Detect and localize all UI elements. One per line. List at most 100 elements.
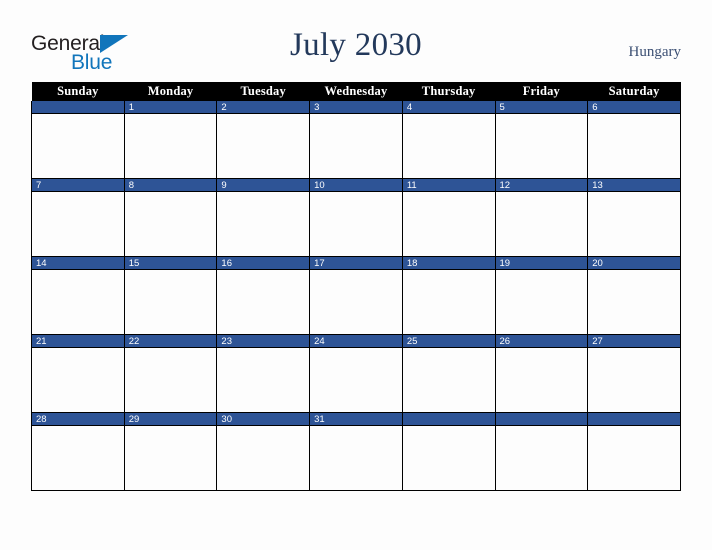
calendar-day-content[interactable] xyxy=(125,114,217,176)
calendar-day-cell[interactable]: 14 xyxy=(31,256,125,335)
calendar-day-content[interactable] xyxy=(125,270,217,332)
weekday-header-monday: Monday xyxy=(124,82,217,101)
calendar-day-cell[interactable]: 27 xyxy=(587,334,681,413)
calendar-day-cell[interactable]: 8 xyxy=(123,178,218,257)
calendar-day-number xyxy=(32,101,124,114)
calendar-day-number: 15 xyxy=(124,257,217,270)
calendar-day-cell[interactable]: 3 xyxy=(309,101,403,179)
calendar-day-cell[interactable]: 24 xyxy=(309,334,403,413)
calendar-day-cell[interactable] xyxy=(494,412,589,491)
calendar-day-content[interactable] xyxy=(403,192,495,254)
calendar-day-number: 9 xyxy=(217,179,310,192)
calendar-day-content[interactable] xyxy=(310,426,402,488)
calendar-day-number: 14 xyxy=(32,257,124,270)
calendar-day-number xyxy=(495,413,588,426)
calendar-day-content[interactable] xyxy=(403,270,495,332)
calendar-day-cell[interactable]: 22 xyxy=(123,334,218,413)
calendar-day-content[interactable] xyxy=(217,192,309,254)
calendar-day-cell[interactable]: 16 xyxy=(216,256,311,335)
calendar-day-cell[interactable] xyxy=(401,412,496,491)
calendar-day-cell[interactable]: 9 xyxy=(216,178,311,257)
calendar-day-content[interactable] xyxy=(310,114,402,176)
calendar-day-content[interactable] xyxy=(403,426,495,488)
calendar-day-number: 13 xyxy=(588,179,680,192)
calendar-day-cell[interactable]: 7 xyxy=(31,178,125,257)
calendar-day-content[interactable] xyxy=(310,192,402,254)
calendar-day-content[interactable] xyxy=(32,114,124,176)
calendar-day-number: 29 xyxy=(124,413,217,426)
calendar-day-cell[interactable]: 21 xyxy=(31,334,125,413)
calendar-day-content[interactable] xyxy=(588,270,680,332)
calendar-day-content[interactable] xyxy=(125,348,217,410)
calendar-day-number: 26 xyxy=(495,335,588,348)
calendar-body: 1 2 3 4 5 6 7 8 9 10 11 12 13 14 15 16 17 18 19 20 21 22 23 24 2… xyxy=(31,101,681,491)
calendar-day-content[interactable] xyxy=(310,348,402,410)
weekday-header-tuesday: Tuesday xyxy=(216,82,310,101)
calendar-header-row: Sunday Monday Tuesday Wednesday Thursday… xyxy=(31,82,681,101)
calendar-day-content[interactable] xyxy=(32,270,124,332)
calendar-day-number: 12 xyxy=(495,179,588,192)
calendar-day-cell[interactable]: 10 xyxy=(309,178,403,257)
calendar-day-cell[interactable]: 2 xyxy=(216,101,311,179)
calendar-day-content[interactable] xyxy=(217,348,309,410)
calendar-day-content[interactable] xyxy=(217,114,309,176)
calendar-day-number: 23 xyxy=(217,335,310,348)
calendar-day-cell[interactable]: 1 xyxy=(123,101,218,179)
calendar-day-number: 22 xyxy=(124,335,217,348)
calendar-day-number: 10 xyxy=(310,179,402,192)
calendar-day-content[interactable] xyxy=(403,114,495,176)
calendar-day-cell[interactable]: 19 xyxy=(494,256,589,335)
calendar-day-content[interactable] xyxy=(588,348,680,410)
calendar-day-content[interactable] xyxy=(32,192,124,254)
calendar-day-cell[interactable]: 25 xyxy=(401,334,496,413)
calendar-day-content[interactable] xyxy=(310,270,402,332)
calendar-day-cell[interactable]: 28 xyxy=(31,412,125,491)
calendar-day-cell[interactable]: 6 xyxy=(587,101,681,179)
calendar-day-cell[interactable]: 12 xyxy=(494,178,589,257)
calendar-day-cell[interactable]: 4 xyxy=(401,101,496,179)
calendar-day-content[interactable] xyxy=(496,270,588,332)
weekday-header-sunday: Sunday xyxy=(31,82,125,101)
calendar-day-content[interactable] xyxy=(588,192,680,254)
calendar-day-content[interactable] xyxy=(588,114,680,176)
calendar-day-cell[interactable] xyxy=(31,101,125,179)
calendar-day-content[interactable] xyxy=(125,192,217,254)
calendar-day-cell[interactable]: 15 xyxy=(123,256,218,335)
calendar-day-cell[interactable]: 30 xyxy=(216,412,311,491)
calendar-day-content[interactable] xyxy=(217,270,309,332)
calendar-week-row: 123456 xyxy=(31,101,681,179)
calendar-day-content[interactable] xyxy=(496,114,588,176)
calendar-day-cell[interactable]: 20 xyxy=(587,256,681,335)
calendar-day-cell[interactable]: 29 xyxy=(123,412,218,491)
calendar-day-cell[interactable]: 17 xyxy=(309,256,403,335)
calendar-day-content[interactable] xyxy=(496,192,588,254)
calendar-day-content[interactable] xyxy=(496,426,588,488)
weekday-header-saturday: Saturday xyxy=(587,82,681,101)
calendar-day-cell[interactable]: 13 xyxy=(587,178,681,257)
calendar-day-number: 31 xyxy=(310,413,402,426)
calendar-day-number: 27 xyxy=(588,335,680,348)
calendar-week-row: 21 22 23 24 25 26 27 xyxy=(31,334,681,413)
calendar-day-cell[interactable] xyxy=(587,412,681,491)
calendar-day-content[interactable] xyxy=(32,348,124,410)
calendar-week-row: 28 29 30 31 xyxy=(31,412,681,491)
calendar-day-content[interactable] xyxy=(32,426,124,488)
page-header: General Blue July 2030 Hungary xyxy=(0,0,712,82)
calendar-day-number: 28 xyxy=(32,413,124,426)
page-title: July 2030 xyxy=(290,27,422,63)
calendar-day-content[interactable] xyxy=(588,426,680,488)
calendar-day-cell[interactable]: 23 xyxy=(216,334,311,413)
calendar-day-cell[interactable]: 11 xyxy=(401,178,496,257)
weekday-header-wednesday: Wednesday xyxy=(309,82,403,101)
calendar-day-number: 7 xyxy=(32,179,124,192)
calendar-day-content[interactable] xyxy=(496,348,588,410)
calendar-day-cell[interactable]: 31 xyxy=(309,412,403,491)
calendar-day-content[interactable] xyxy=(125,426,217,488)
calendar-day-content[interactable] xyxy=(217,426,309,488)
calendar-day-cell[interactable]: 5 xyxy=(494,101,589,179)
calendar-day-cell[interactable]: 18 xyxy=(401,256,496,335)
calendar-week-row: 7 8 9 10 11 12 13 xyxy=(31,178,681,257)
calendar-day-cell[interactable]: 26 xyxy=(494,334,589,413)
calendar-day-number: 3 xyxy=(310,101,402,114)
calendar-day-content[interactable] xyxy=(403,348,495,410)
